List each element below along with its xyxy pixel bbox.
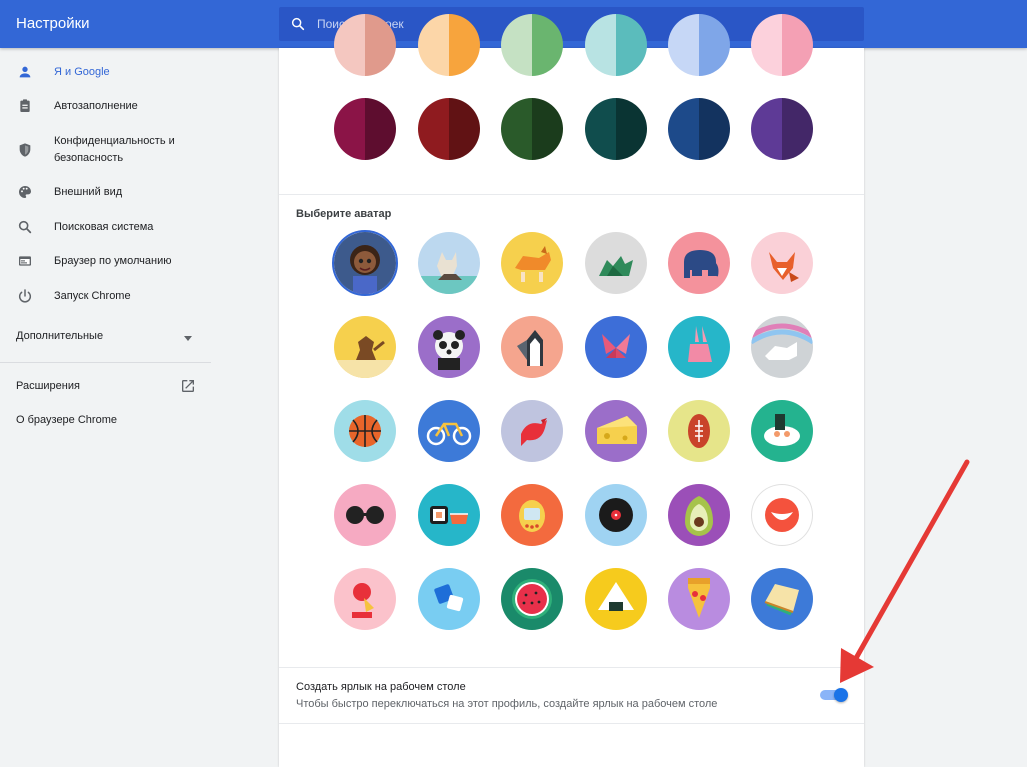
red-arrow-annotation <box>840 459 970 683</box>
